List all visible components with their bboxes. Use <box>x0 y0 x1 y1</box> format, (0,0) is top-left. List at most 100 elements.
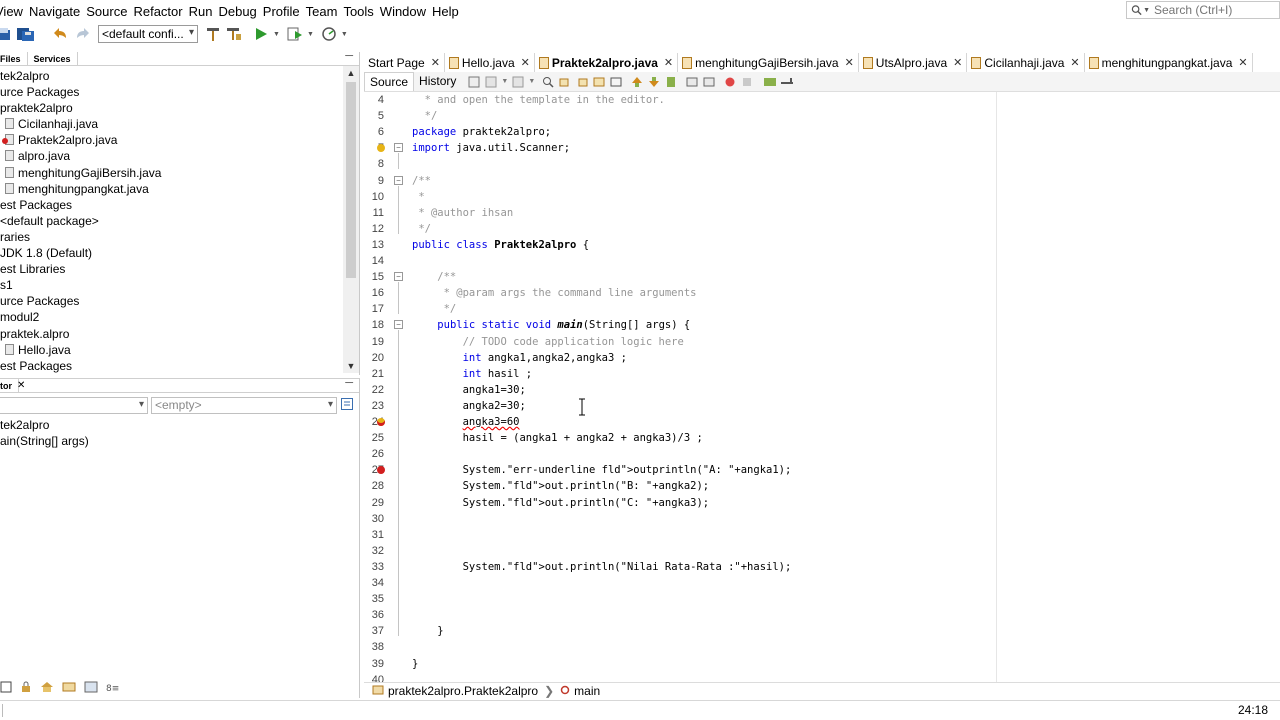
prev-bookmark-icon[interactable] <box>630 75 644 89</box>
editor-tab[interactable]: Cicilanhaji.java ✕ <box>967 53 1085 72</box>
shift-right-icon[interactable] <box>702 75 716 89</box>
back-dropdown-icon[interactable]: ▼ <box>501 78 508 85</box>
tree-item[interactable]: modul2 <box>0 309 359 325</box>
tab-history[interactable]: History <box>414 72 461 91</box>
navigator-item-main[interactable]: ain(String[] args) <box>0 433 359 449</box>
stop-macro-icon[interactable] <box>740 75 754 89</box>
find-previous-icon[interactable] <box>558 75 572 89</box>
tree-item[interactable]: urce Packages <box>0 293 359 309</box>
tree-item[interactable]: raries <box>0 229 359 245</box>
navigator-settings-icon[interactable] <box>341 397 353 413</box>
start-macro-icon[interactable] <box>723 75 737 89</box>
run-config-select[interactable]: <default confi... ▾ <box>98 25 198 43</box>
open-project-icon[interactable] <box>0 25 14 43</box>
close-icon[interactable]: ✕ <box>1238 56 1247 69</box>
menu-team[interactable]: Team <box>303 4 341 19</box>
lock-icon[interactable] <box>20 681 32 696</box>
toggle-bookmark-icon[interactable] <box>664 75 678 89</box>
tree-item[interactable]: menghitungpangkat.java <box>0 181 359 197</box>
redo-icon[interactable] <box>73 25 91 43</box>
minimize-icon[interactable]: ─ <box>345 50 353 62</box>
menu-window[interactable]: Window <box>377 4 429 19</box>
close-icon[interactable]: ✕ <box>953 56 962 69</box>
menu-profile[interactable]: Profile <box>260 4 303 19</box>
menu-tools[interactable]: Tools <box>340 4 376 19</box>
tree-item[interactable]: menghitungGajiBersih.java <box>0 165 359 181</box>
back-icon[interactable] <box>484 75 498 89</box>
fold-toggle-icon[interactable]: − <box>394 320 403 330</box>
sort-alpha-icon[interactable]: 8≡ <box>106 681 120 696</box>
tree-item[interactable]: praktek.alpro <box>0 326 359 342</box>
fold-toggle-icon[interactable]: − <box>394 175 403 185</box>
close-icon[interactable]: ✕ <box>431 56 440 69</box>
last-edit-icon[interactable] <box>467 75 481 89</box>
editor-tab[interactable]: menghitungGajiBersih.java ✕ <box>678 53 859 72</box>
projects-scrollbar[interactable]: ▲ ▼ <box>343 66 359 373</box>
tree-item[interactable]: est Libraries <box>0 261 359 277</box>
tree-item[interactable]: est Packages <box>0 197 359 213</box>
breadcrumb-class[interactable]: praktek2alpro.Praktek2alpro <box>388 684 538 698</box>
sort-icon[interactable] <box>84 681 98 696</box>
error-bulb-icon[interactable] <box>377 418 385 426</box>
tree-item[interactable]: alpro.java <box>0 148 359 164</box>
forward-icon[interactable] <box>511 75 525 89</box>
close-icon[interactable]: ✕ <box>1070 56 1079 69</box>
filter-icon[interactable] <box>0 681 12 696</box>
forward-dropdown-icon[interactable]: ▼ <box>528 78 535 85</box>
tree-item[interactable]: urce Packages <box>0 84 359 100</box>
tab-services[interactable]: Services <box>28 51 78 66</box>
navigator-member-select[interactable]: <empty> ▾ <box>151 396 337 414</box>
save-all-icon[interactable] <box>17 25 35 43</box>
undo-icon[interactable] <box>52 25 70 43</box>
menu-view[interactable]: View <box>0 4 26 19</box>
minimize-icon[interactable]: ─ <box>345 377 353 389</box>
close-icon[interactable]: ✕ <box>845 56 854 69</box>
close-icon[interactable]: ✕ <box>17 380 25 391</box>
tree-item[interactable]: tek2alpro <box>0 68 359 84</box>
close-icon[interactable]: ✕ <box>521 56 530 69</box>
editor-tab[interactable]: menghitungpangkat.java ✕ <box>1084 53 1253 72</box>
code-editor[interactable]: 4 * and open the template in the editor.… <box>364 92 1280 682</box>
menu-navigate[interactable]: Navigate <box>26 4 83 19</box>
shift-left-icon[interactable] <box>685 75 699 89</box>
editor-tab[interactable]: UtsAlpro.java ✕ <box>858 53 968 72</box>
tree-item[interactable]: s1 <box>0 277 359 293</box>
menu-source[interactable]: Source <box>83 4 130 19</box>
menu-refactor[interactable]: Refactor <box>130 4 185 19</box>
tree-item[interactable]: est Packages <box>0 358 359 374</box>
tree-item[interactable]: Cicilanhaji.java <box>0 116 359 132</box>
tab-source[interactable]: Source <box>364 72 415 91</box>
menu-help[interactable]: Help <box>429 4 462 19</box>
editor-tab[interactable]: Praktek2alpro.java ✕ <box>534 53 679 72</box>
tab-files[interactable]: Files <box>0 51 28 66</box>
home-icon[interactable] <box>40 681 54 696</box>
debug-icon[interactable] <box>286 25 304 43</box>
find-next-icon[interactable] <box>575 75 589 89</box>
tree-item[interactable]: Hello.java <box>0 342 359 358</box>
tree-item[interactable]: Praktek2alpro.java <box>0 132 359 148</box>
fold-toggle-icon[interactable]: − <box>394 272 403 282</box>
toggle-highlight-icon[interactable] <box>592 75 606 89</box>
scroll-thumb[interactable] <box>346 82 356 278</box>
breadcrumb-method[interactable]: main <box>574 684 600 698</box>
build-icon[interactable] <box>225 25 243 43</box>
run-icon[interactable] <box>252 25 270 43</box>
fold-toggle-icon[interactable]: − <box>394 143 403 153</box>
run-dropdown-icon[interactable]: ▼ <box>273 31 280 38</box>
tree-item[interactable]: <default package> <box>0 213 359 229</box>
clean-build-icon[interactable] <box>204 25 222 43</box>
search-input[interactable] <box>1154 3 1279 17</box>
next-bookmark-icon[interactable] <box>647 75 661 89</box>
menu-run[interactable]: Run <box>186 4 216 19</box>
next-error-icon[interactable] <box>780 75 794 89</box>
scroll-down-icon[interactable]: ▼ <box>343 359 359 373</box>
profile-dropdown-icon[interactable]: ▼ <box>341 31 348 38</box>
navigator-item-class[interactable]: tek2alpro <box>0 417 359 433</box>
toggle-rect-select-icon[interactable] <box>609 75 623 89</box>
close-icon[interactable]: ✕ <box>664 56 673 69</box>
profile-icon[interactable] <box>320 25 338 43</box>
tree-item[interactable]: praktek2alpro <box>0 100 359 116</box>
scroll-up-icon[interactable]: ▲ <box>343 66 359 80</box>
field-icon[interactable] <box>62 681 76 696</box>
search-box[interactable]: ▼ <box>1126 1 1280 19</box>
